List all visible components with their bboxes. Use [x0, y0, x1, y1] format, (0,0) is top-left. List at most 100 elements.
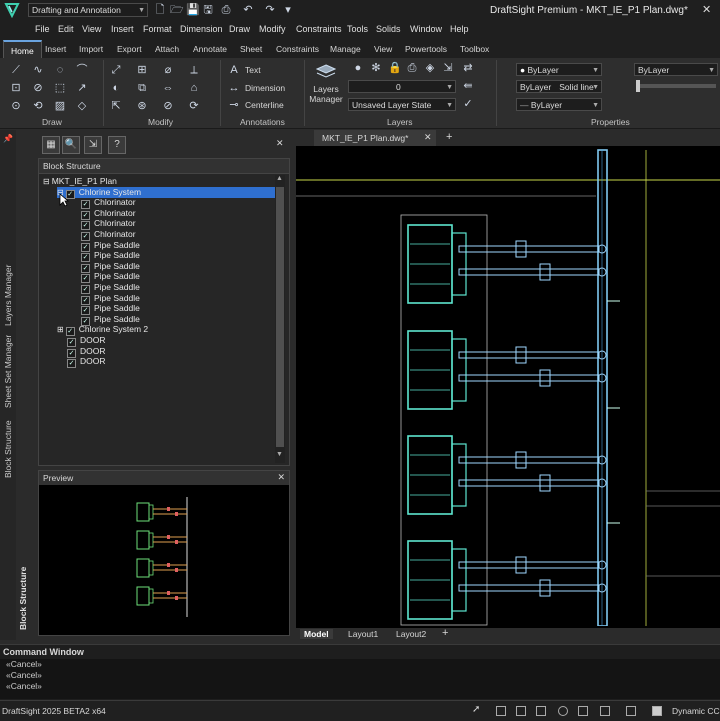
ribbon-tab-manage[interactable]: Manage	[330, 44, 361, 54]
circle-icon[interactable]: ◌	[54, 64, 66, 76]
tool-icon-3[interactable]: ⇲	[84, 136, 102, 154]
etrack-icon[interactable]	[600, 706, 610, 716]
line-color-select[interactable]: ByLayer Solid line ▼	[516, 80, 602, 93]
layer-previous-icon[interactable]: ⇚	[462, 80, 474, 92]
layer-lock-icon[interactable]: 🔒	[388, 62, 402, 74]
menu-constraints[interactable]: Constraints	[296, 24, 342, 34]
rectangle-icon[interactable]: ⊡	[10, 82, 22, 94]
menu-tools[interactable]: Tools	[347, 24, 368, 34]
tree-item[interactable]: ✓ Pipe Saddle	[71, 293, 140, 305]
layer-state-select[interactable]: Unsaved Layer State ▼	[348, 98, 456, 111]
dimension-tool-label[interactable]: Dimension	[245, 83, 285, 93]
tree-item[interactable]: ⊟ ✓ Chlorine System	[57, 186, 275, 199]
redo-icon[interactable]: ↷	[264, 4, 276, 16]
polyline-icon[interactable]: ∿	[32, 64, 44, 76]
print-icon[interactable]: ⎙	[220, 4, 232, 16]
erase-icon[interactable]: ⊘	[162, 100, 174, 112]
cad-canvas[interactable]	[296, 146, 720, 626]
centerline-icon[interactable]: ⊸	[228, 99, 240, 111]
workspace-select[interactable]: Drafting and Annotation ▼	[28, 3, 148, 17]
rotate-icon[interactable]: ⟲	[32, 100, 44, 112]
tool-icon-2[interactable]: 🔍	[62, 136, 80, 154]
stretch-icon[interactable]: ⌂	[188, 82, 200, 94]
layout-tab-layout1[interactable]: Layout1	[344, 629, 382, 639]
tree-item[interactable]: ✓ DOOR	[57, 346, 106, 358]
menu-window[interactable]: Window	[410, 24, 442, 34]
menu-modify[interactable]: Modify	[259, 24, 286, 34]
menu-dimension[interactable]: Dimension	[180, 24, 223, 34]
model-space-icon[interactable]	[652, 706, 662, 716]
collapse-icon[interactable]: ⊟	[43, 177, 50, 186]
tree-item[interactable]: ✓ Chlorinator	[71, 218, 136, 231]
sheet-set-manager-side-tab[interactable]: Sheet Set Manager	[3, 335, 13, 408]
extend-icon[interactable]: ⟂	[188, 64, 200, 76]
new-file-icon[interactable]: 🗋	[154, 4, 166, 16]
layer-merge-icon[interactable]: ⇲	[442, 62, 454, 74]
undo-icon[interactable]: ↶	[242, 4, 254, 16]
ribbon-tab-toolbox[interactable]: Toolbox	[460, 44, 489, 54]
snap-icon[interactable]	[516, 706, 526, 716]
tree-item[interactable]: ⊟ MKT_IE_P1 Plan	[43, 176, 117, 187]
ribbon-tab-insert[interactable]: Insert	[45, 44, 66, 54]
explode-icon[interactable]: ⊛	[136, 100, 148, 112]
ribbon-tab-sheet[interactable]: Sheet	[240, 44, 262, 54]
layer-on-icon[interactable]: ●	[352, 62, 364, 74]
arc-icon[interactable]: ⌒	[76, 64, 88, 76]
layer-freeze-icon[interactable]: ✻	[370, 62, 382, 74]
polygon-icon[interactable]: ◇	[76, 100, 88, 112]
layer-walk-icon[interactable]: ⇄	[462, 62, 474, 74]
layer-isolate-icon[interactable]: ◈	[424, 62, 436, 74]
ribbon-tab-annotate[interactable]: Annotate	[193, 44, 227, 54]
close-window-icon[interactable]: ✕	[702, 3, 711, 16]
menu-solids[interactable]: Solids	[376, 24, 401, 34]
cursor-icon[interactable]: ➚	[472, 704, 480, 715]
block-structure-side-tab[interactable]: Block Structure	[3, 420, 13, 478]
expand-icon[interactable]: ⊞	[57, 325, 64, 334]
tree-scrollbar[interactable]: ▲ ▼	[275, 175, 285, 463]
hatch-icon[interactable]: ⬚	[54, 82, 66, 94]
tree-scrollbar-thumb[interactable]	[276, 187, 284, 447]
polar-icon[interactable]	[558, 706, 568, 716]
copy-icon[interactable]: ⧉	[136, 82, 148, 94]
tree-item[interactable]: ✓ Pipe Saddle	[71, 314, 140, 326]
ribbon-tab-import[interactable]: Import	[79, 44, 103, 54]
text-tool-label[interactable]: Text	[245, 65, 261, 75]
layers-manager-side-tab[interactable]: Layers Manager	[3, 265, 13, 326]
trim-icon[interactable]: ⌀	[162, 64, 174, 76]
tree-item[interactable]: ⊞ ✓ Chlorine System 2	[57, 324, 148, 337]
fill-icon[interactable]: ▨	[54, 100, 66, 112]
menu-file[interactable]: File	[35, 24, 50, 34]
ray-icon[interactable]: ↗	[76, 82, 88, 94]
spline-icon[interactable]: ⊘	[32, 82, 44, 94]
tree-item[interactable]: ✓ Pipe Saddle	[71, 271, 140, 284]
open-icon[interactable]: 🗁	[170, 4, 184, 16]
tree-item[interactable]: ✓ Chlorinator	[71, 197, 136, 210]
tree-item[interactable]: ✓ DOOR	[57, 356, 106, 369]
lineweight-select[interactable]: — ByLayer ▼	[516, 98, 602, 111]
ortho-icon[interactable]	[536, 706, 546, 716]
document-tab[interactable]: MKT_IE_P1 Plan.dwg* ✕	[314, 130, 436, 146]
menu-help[interactable]: Help	[450, 24, 469, 34]
offset-icon[interactable]: ◐	[110, 82, 122, 94]
dimension-icon[interactable]: ↔	[228, 82, 240, 94]
menu-edit[interactable]: Edit	[58, 24, 74, 34]
tree-item[interactable]: ✓ Pipe Saddle	[71, 303, 140, 316]
add-layout-icon[interactable]: +	[442, 627, 448, 639]
ribbon-tab-export[interactable]: Export	[117, 44, 142, 54]
text-icon[interactable]: A	[228, 64, 240, 76]
centerline-tool-label[interactable]: Centerline	[245, 100, 284, 110]
save-as-icon[interactable]: 🖫	[202, 4, 214, 16]
move-icon[interactable]: ⤢	[110, 64, 122, 76]
menu-insert[interactable]: Insert	[111, 24, 134, 34]
color-select[interactable]: ● ByLayer ▼	[516, 63, 602, 76]
scale-icon[interactable]: ⇱	[110, 100, 122, 112]
menu-draw[interactable]: Draw	[229, 24, 250, 34]
save-icon[interactable]: 💾	[186, 4, 200, 16]
layers-manager-button[interactable]: Layers Manager	[308, 62, 344, 116]
tree-item[interactable]: ✓ Pipe Saddle	[71, 282, 140, 294]
menu-format[interactable]: Format	[143, 24, 172, 34]
esnap-icon[interactable]	[578, 706, 588, 716]
panel-close-icon[interactable]: ✕	[276, 138, 284, 149]
tree-item[interactable]: ✓ Chlorinator	[71, 229, 136, 241]
ribbon-tab-view[interactable]: View	[374, 44, 392, 54]
